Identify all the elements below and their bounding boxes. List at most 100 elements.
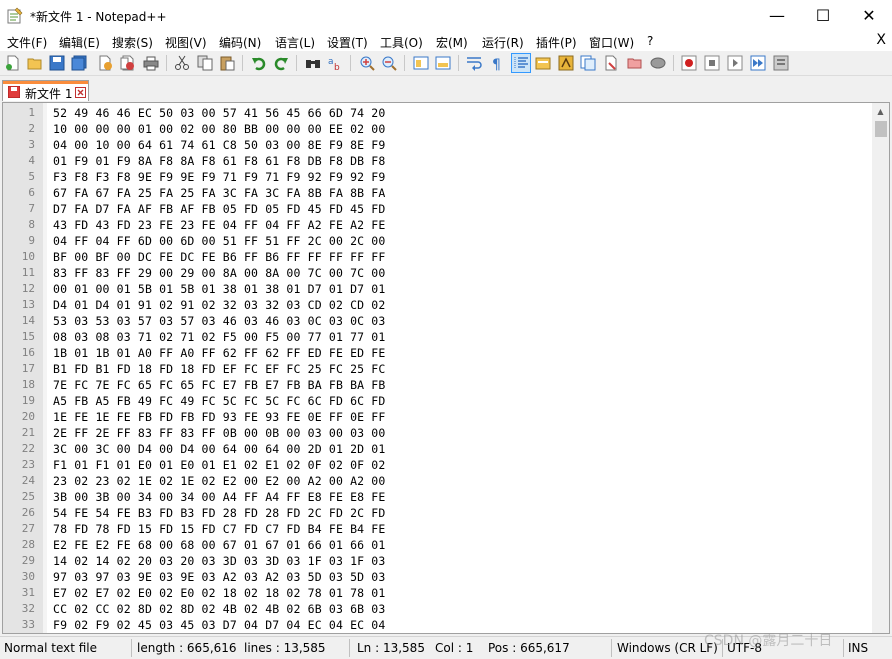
line-text[interactable]: BF 00 BF 00 DC FE DC FE B6 FF B6 FF FF F… <box>53 249 385 265</box>
status-insert-mode[interactable]: INS <box>848 641 868 655</box>
zoom-in-icon[interactable] <box>359 55 375 71</box>
editor-line[interactable]: 8 43 FD 43 FD 23 FE 23 FE 04 FF 04 FF A2 … <box>3 217 873 233</box>
tab-new-file-1[interactable]: 新文件 1 <box>2 80 89 101</box>
folder-workspace-icon[interactable] <box>603 55 619 71</box>
title-bar[interactable]: *新文件 1 - Notepad++ — ☐ ✕ <box>0 0 892 31</box>
find-icon[interactable] <box>305 55 321 71</box>
close-all-icon[interactable] <box>119 55 135 71</box>
editor-line[interactable]: 30 97 03 97 03 9E 03 9E 03 A2 03 A2 03 5D… <box>3 569 873 585</box>
editor-line[interactable]: 19 A5 FB A5 FB 49 FC 49 FC 5C FC 5C FC 6C… <box>3 393 873 409</box>
line-text[interactable]: F9 02 F9 02 45 03 45 03 D7 04 D7 04 EC 0… <box>53 617 385 633</box>
new-file-icon[interactable] <box>5 55 21 71</box>
line-text[interactable]: 43 FD 43 FD 23 FE 23 FE 04 FF 04 FF A2 F… <box>53 217 385 233</box>
editor-line[interactable]: 3 04 00 10 00 64 61 74 61 C8 50 03 00 8E … <box>3 137 873 153</box>
cut-icon[interactable] <box>174 55 190 71</box>
line-text[interactable]: A5 FB A5 FB 49 FC 49 FC 5C FC 5C FC 6C F… <box>53 393 385 409</box>
open-file-icon[interactable] <box>27 55 43 71</box>
close-document-menu-button[interactable]: X <box>876 32 886 48</box>
editor-line[interactable]: 14 53 03 53 03 57 03 57 03 46 03 46 03 0C… <box>3 313 873 329</box>
editor-line[interactable]: 1 52 49 46 46 EC 50 03 00 57 41 56 45 66 … <box>3 105 873 121</box>
function-list-icon[interactable] <box>580 55 596 71</box>
monitor-icon[interactable] <box>627 55 643 71</box>
editor-line[interactable]: 25 3B 00 3B 00 34 00 34 00 A4 FF A4 FF E8… <box>3 489 873 505</box>
sync-vertical-icon[interactable] <box>413 55 429 71</box>
editor-line[interactable]: 21 2E FF 2E FF 83 FF 83 FF 0B 00 0B 00 03… <box>3 425 873 441</box>
doc-map-icon[interactable] <box>558 55 574 71</box>
line-text[interactable]: 3C 00 3C 00 D4 00 D4 00 64 00 64 00 2D 0… <box>53 441 385 457</box>
menu-window[interactable]: 窗口(W) <box>589 34 634 51</box>
menu-file[interactable]: 文件(F) <box>7 34 47 51</box>
editor-line[interactable]: 5 F3 F8 F3 F8 9E F9 9E F9 71 F9 71 F9 92 … <box>3 169 873 185</box>
zoom-out-icon[interactable] <box>381 55 397 71</box>
save-icon[interactable] <box>49 55 65 71</box>
vertical-scrollbar[interactable]: ▲ <box>872 103 889 633</box>
line-text[interactable]: 54 FE 54 FE B3 FD B3 FD 28 FD 28 FD 2C F… <box>53 505 385 521</box>
line-text[interactable]: 08 03 08 03 71 02 71 02 F5 00 F5 00 77 0… <box>53 329 385 345</box>
line-text[interactable]: 04 00 10 00 64 61 74 61 C8 50 03 00 8E F… <box>53 137 385 153</box>
editor-line[interactable]: 12 00 01 00 01 5B 01 5B 01 38 01 38 01 D7… <box>3 281 873 297</box>
text-editor[interactable]: 1 52 49 46 46 EC 50 03 00 57 41 56 45 66 … <box>2 102 890 634</box>
line-text[interactable]: 3B 00 3B 00 34 00 34 00 A4 FF A4 FF E8 F… <box>53 489 385 505</box>
line-text[interactable]: 67 FA 67 FA 25 FA 25 FA 3C FA 3C FA 8B F… <box>53 185 385 201</box>
line-text[interactable]: 14 02 14 02 20 03 20 03 3D 03 3D 03 1F 0… <box>53 553 385 569</box>
record-macro-icon[interactable] <box>681 55 697 71</box>
line-text[interactable]: 78 FD 78 FD 15 FD 15 FD C7 FD C7 FD B4 F… <box>53 521 385 537</box>
editor-line[interactable]: 2 10 00 00 00 01 00 02 00 80 BB 00 00 00 … <box>3 121 873 137</box>
editor-line[interactable]: 26 54 FE 54 FE B3 FD B3 FD 28 FD 28 FD 2C… <box>3 505 873 521</box>
menu-language[interactable]: 语言(L) <box>275 34 315 51</box>
line-text[interactable]: B1 FD B1 FD 18 FD 18 FD EF FC EF FC 25 F… <box>53 361 385 377</box>
editor-line[interactable]: 29 14 02 14 02 20 03 20 03 3D 03 3D 03 1F… <box>3 553 873 569</box>
line-text[interactable]: 04 FF 04 FF 6D 00 6D 00 51 FF 51 FF 2C 0… <box>53 233 385 249</box>
line-text[interactable]: 1B 01 1B 01 A0 FF A0 FF 62 FF 62 FF ED F… <box>53 345 385 361</box>
show-all-chars-icon[interactable]: ¶ <box>489 55 505 71</box>
editor-line[interactable]: 27 78 FD 78 FD 15 FD 15 FD C7 FD C7 FD B4… <box>3 521 873 537</box>
indent-guide-icon[interactable] <box>513 55 529 71</box>
menu-run[interactable]: 运行(R) <box>482 34 524 51</box>
editor-line[interactable]: 28 E2 FE E2 FE 68 00 68 00 67 01 67 01 66… <box>3 537 873 553</box>
close-window-button[interactable]: ✕ <box>846 0 892 31</box>
status-eol[interactable]: Windows (CR LF) <box>617 641 718 655</box>
line-text[interactable]: 83 FF 83 FF 29 00 29 00 8A 00 8A 00 7C 0… <box>53 265 385 281</box>
paste-icon[interactable] <box>219 55 235 71</box>
sync-horizontal-icon[interactable] <box>435 55 451 71</box>
close-icon[interactable] <box>97 55 113 71</box>
redo-icon[interactable] <box>273 55 289 71</box>
editor-line[interactable]: 24 23 02 23 02 1E 02 1E 02 E2 00 E2 00 A2… <box>3 473 873 489</box>
udl-icon[interactable] <box>535 55 551 71</box>
line-text[interactable]: 7E FC 7E FC 65 FC 65 FC E7 FB E7 FB BA F… <box>53 377 385 393</box>
line-text[interactable]: D7 FA D7 FA AF FB AF FB 05 FD 05 FD 45 F… <box>53 201 385 217</box>
line-text[interactable]: 00 01 00 01 5B 01 5B 01 38 01 38 01 D7 0… <box>53 281 385 297</box>
undo-icon[interactable] <box>251 55 267 71</box>
word-wrap-icon[interactable] <box>466 55 482 71</box>
line-text[interactable]: CC 02 CC 02 8D 02 8D 02 4B 02 4B 02 6B 0… <box>53 601 385 617</box>
scroll-up-arrow-icon[interactable]: ▲ <box>872 103 889 120</box>
replace-icon[interactable]: ab <box>327 55 343 71</box>
copy-icon[interactable] <box>197 55 213 71</box>
menu-plugins[interactable]: 插件(P) <box>536 34 577 51</box>
maximize-button[interactable]: ☐ <box>800 0 846 31</box>
editor-line[interactable]: 20 1E FE 1E FE FB FD FB FD 93 FE 93 FE 0E… <box>3 409 873 425</box>
line-text[interactable]: 2E FF 2E FF 83 FF 83 FF 0B 00 0B 00 03 0… <box>53 425 385 441</box>
record-macro-settings-icon[interactable] <box>650 55 666 71</box>
save-macro-icon[interactable] <box>773 55 789 71</box>
line-text[interactable]: 01 F9 01 F9 8A F8 8A F8 61 F8 61 F8 DB F… <box>53 153 385 169</box>
editor-line[interactable]: 7 D7 FA D7 FA AF FB AF FB 05 FD 05 FD 45 … <box>3 201 873 217</box>
editor-line[interactable]: 18 7E FC 7E FC 65 FC 65 FC E7 FB E7 FB BA… <box>3 377 873 393</box>
menu-view[interactable]: 视图(V) <box>165 34 207 51</box>
run-macro-multiple-icon[interactable] <box>750 55 766 71</box>
line-text[interactable]: 53 03 53 03 57 03 57 03 46 03 46 03 0C 0… <box>53 313 385 329</box>
editor-line[interactable]: 15 08 03 08 03 71 02 71 02 F5 00 F5 00 77… <box>3 329 873 345</box>
line-text[interactable]: E7 02 E7 02 E0 02 E0 02 18 02 18 02 78 0… <box>53 585 385 601</box>
editor-line[interactable]: 9 04 FF 04 FF 6D 00 6D 00 51 FF 51 FF 2C … <box>3 233 873 249</box>
editor-line[interactable]: 10 BF 00 BF 00 DC FE DC FE B6 FF B6 FF FF… <box>3 249 873 265</box>
line-text[interactable]: F1 01 F1 01 E0 01 E0 01 E1 02 E1 02 0F 0… <box>53 457 385 473</box>
editor-line[interactable]: 16 1B 01 1B 01 A0 FF A0 FF 62 FF 62 FF ED… <box>3 345 873 361</box>
menu-search[interactable]: 搜索(S) <box>112 34 153 51</box>
line-text[interactable]: 52 49 46 46 EC 50 03 00 57 41 56 45 66 6… <box>53 105 385 121</box>
menu-encoding[interactable]: 编码(N) <box>219 34 261 51</box>
editor-line[interactable]: 11 83 FF 83 FF 29 00 29 00 8A 00 8A 00 7C… <box>3 265 873 281</box>
play-macro-icon[interactable] <box>727 55 743 71</box>
menu-help[interactable]: ? <box>647 34 653 48</box>
menu-macro[interactable]: 宏(M) <box>436 34 468 51</box>
scroll-thumb[interactable] <box>875 121 887 137</box>
